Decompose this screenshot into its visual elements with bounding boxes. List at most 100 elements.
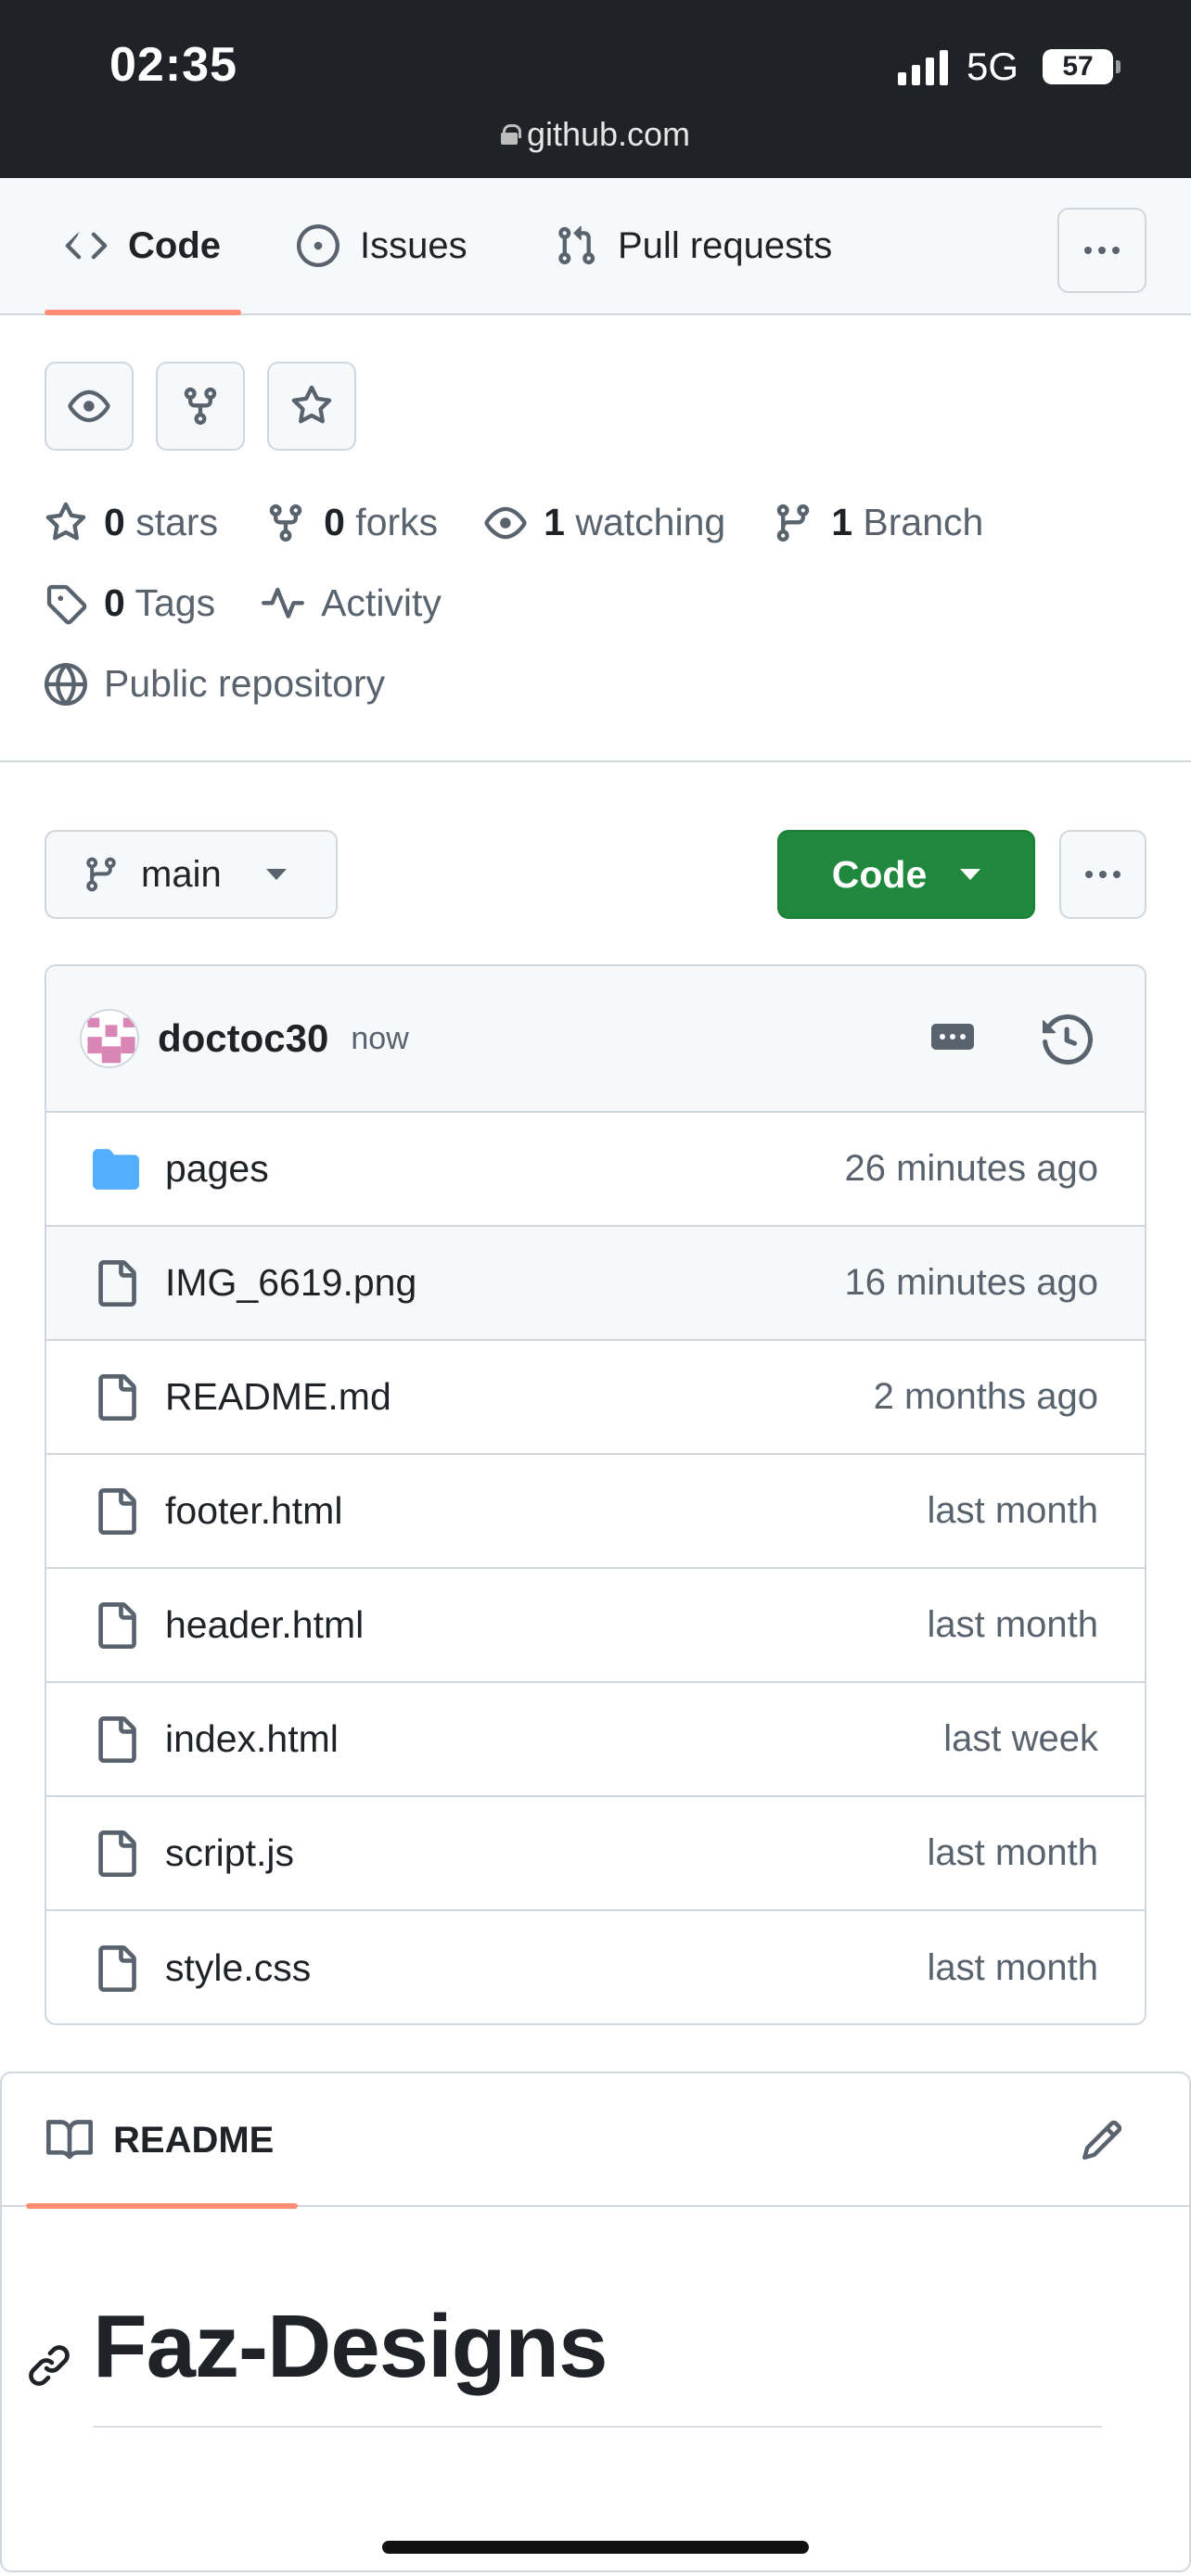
book-icon xyxy=(46,2120,93,2160)
avatar[interactable] xyxy=(80,1009,139,1068)
git-branch-icon xyxy=(86,857,116,892)
repo-nav-tabs: Code Issues Pull requests xyxy=(0,178,1191,315)
file-name[interactable]: README.md xyxy=(165,1375,391,1419)
file-name[interactable]: IMG_6619.png xyxy=(165,1261,416,1305)
file-age: last month xyxy=(927,1947,1098,1988)
forks-count: 0 xyxy=(324,501,345,543)
list-item[interactable]: script.js last month xyxy=(46,1797,1145,1911)
file-icon xyxy=(98,1715,136,1763)
git-pull-request-icon xyxy=(558,225,596,265)
file-age: last month xyxy=(927,1490,1098,1531)
identicon-icon xyxy=(82,1011,137,1066)
battery-icon: 57 xyxy=(1043,49,1121,84)
star-icon xyxy=(45,502,86,540)
watching-label: watching xyxy=(575,501,726,543)
activity-link[interactable]: Activity xyxy=(262,581,442,625)
list-item[interactable]: IMG_6619.png 16 minutes ago xyxy=(46,1227,1145,1341)
watch-button[interactable] xyxy=(45,362,134,451)
file-name[interactable]: footer.html xyxy=(165,1489,342,1533)
fork-button[interactable] xyxy=(156,362,245,451)
commit-time: now xyxy=(351,1020,409,1056)
folder-icon xyxy=(93,1148,139,1190)
code-dropdown-button[interactable]: Code xyxy=(777,830,1035,919)
more-dot xyxy=(1084,247,1092,254)
tab-pull-requests-label: Pull requests xyxy=(618,224,833,266)
tab-issues-label: Issues xyxy=(360,224,467,266)
forks-label: forks xyxy=(355,501,439,543)
visibility-info: Public repository xyxy=(45,662,385,706)
repo-stats-row: 0 stars 0 forks 1 watching 1 Branch xyxy=(45,501,1030,544)
branch-label: Branch xyxy=(863,501,984,543)
file-name[interactable]: style.css xyxy=(165,1946,311,1990)
tab-readme[interactable]: README xyxy=(25,2073,299,2209)
tab-code[interactable]: Code xyxy=(45,178,241,315)
history-icon[interactable] xyxy=(1043,1014,1093,1065)
watching-count: 1 xyxy=(544,501,565,543)
pencil-icon[interactable] xyxy=(1080,2118,1124,2162)
file-age: last month xyxy=(927,1832,1098,1873)
tags-link[interactable]: 0 Tags xyxy=(45,581,215,625)
list-item[interactable]: style.css last month xyxy=(46,1911,1145,2023)
repo-visibility-row: Public repository xyxy=(45,662,431,706)
file-age: 16 minutes ago xyxy=(844,1262,1098,1303)
activity-label: Activity xyxy=(321,581,442,624)
pulse-icon xyxy=(262,587,305,618)
tags-count: 0 xyxy=(104,581,125,624)
star-button[interactable] xyxy=(267,362,356,451)
branches-link[interactable]: 1 Branch xyxy=(772,501,983,544)
address-bar[interactable]: github.com xyxy=(0,115,1191,154)
git-branch-icon xyxy=(776,504,810,542)
tab-pull-requests[interactable]: Pull requests xyxy=(555,178,832,313)
tabs-more-button[interactable] xyxy=(1057,208,1146,293)
tab-issues[interactable]: Issues xyxy=(297,178,467,313)
list-item[interactable]: index.html last week xyxy=(46,1683,1145,1797)
visibility-label: Public repository xyxy=(104,662,386,705)
repo-stats-row-2: 0 Tags Activity xyxy=(45,581,488,625)
chevron-down-icon xyxy=(265,869,287,880)
list-item[interactable]: README.md 2 months ago xyxy=(46,1341,1145,1455)
file-age: last week xyxy=(943,1718,1098,1759)
file-name[interactable]: script.js xyxy=(165,1831,294,1875)
watching-link[interactable]: 1 watching xyxy=(484,501,725,544)
eye-icon xyxy=(68,389,110,423)
stars-link[interactable]: 0 stars xyxy=(45,501,218,544)
branch-name: main xyxy=(141,853,222,895)
readme-header: README xyxy=(2,2073,1189,2209)
more-dot xyxy=(1098,247,1106,254)
file-icon xyxy=(98,1830,136,1877)
more-dot xyxy=(1085,871,1093,878)
file-age: 26 minutes ago xyxy=(844,1148,1098,1189)
readme-title: Faz-Designs xyxy=(93,2297,608,2396)
link-icon[interactable] xyxy=(26,2342,72,2389)
list-item[interactable]: pages 26 minutes ago xyxy=(46,1113,1145,1227)
more-dot xyxy=(1099,871,1107,878)
heading-rule xyxy=(93,2426,1102,2428)
repo-more-button[interactable] xyxy=(1059,830,1146,919)
file-icon xyxy=(98,1601,136,1649)
stars-label: stars xyxy=(135,501,219,543)
file-icon xyxy=(98,1945,136,1992)
repo-forked-icon xyxy=(184,387,217,426)
file-name[interactable]: header.html xyxy=(165,1603,364,1647)
forks-link[interactable]: 0 forks xyxy=(264,501,438,544)
globe-icon xyxy=(45,662,87,706)
home-indicator[interactable] xyxy=(382,2541,809,2554)
file-name[interactable]: pages xyxy=(165,1147,269,1191)
commit-message-toggle-button[interactable] xyxy=(931,1024,974,1050)
commit-author[interactable]: doctoc30 xyxy=(158,1016,328,1061)
network-type: 5G xyxy=(966,45,1018,88)
branch-count: 1 xyxy=(831,501,853,543)
dot xyxy=(950,1034,955,1039)
cellular-signal-icon xyxy=(897,48,948,85)
branch-selector-button[interactable]: main xyxy=(45,830,338,919)
tag-icon xyxy=(46,584,87,624)
file-name[interactable]: index.html xyxy=(165,1717,339,1761)
readme-tab-label: README xyxy=(113,2119,275,2161)
latest-commit-bar: doctoc30 now xyxy=(46,966,1145,1113)
list-item[interactable]: footer.html last month xyxy=(46,1455,1145,1569)
ios-status-bar: 02:35 5G 57 github.com xyxy=(0,0,1191,178)
status-indicators: 5G 57 xyxy=(897,45,1121,89)
code-icon xyxy=(65,232,108,260)
list-item[interactable]: header.html last month xyxy=(46,1569,1145,1683)
tab-code-label: Code xyxy=(128,224,221,266)
